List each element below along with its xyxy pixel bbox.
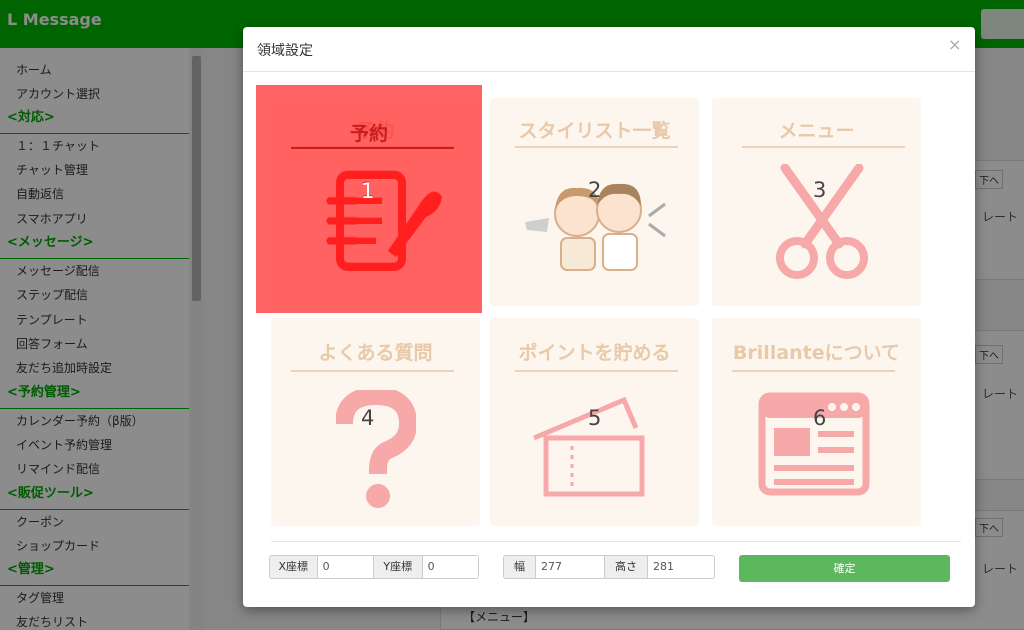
x-coordinate-label: X座標 — [270, 556, 318, 578]
reservation-form-icon — [326, 171, 442, 271]
close-icon[interactable]: × — [948, 35, 961, 54]
height-input[interactable]: 281 — [648, 556, 714, 578]
x-coordinate-input[interactable]: 0 — [317, 556, 374, 578]
tile-number: 5 — [588, 406, 602, 430]
rich-menu-tile-about[interactable]: Brillanteについて 6 — [712, 318, 921, 526]
y-coordinate-label: Y座標 — [373, 556, 423, 578]
dialog-footer-divider — [271, 541, 961, 542]
dialog-header-divider — [243, 71, 975, 72]
tile-number: 4 — [361, 406, 375, 430]
tile-number: 2 — [588, 178, 602, 202]
tile-title: ポイントを貯める — [518, 342, 671, 364]
tile-number: 6 — [813, 406, 827, 430]
size-group: 幅 277 高さ 281 — [503, 555, 715, 579]
rich-menu-tile-faq[interactable]: よくある質問 4 — [271, 318, 480, 526]
tile-underline — [515, 370, 678, 372]
tile-underline — [732, 370, 895, 372]
selected-tile-title: 予約 — [349, 123, 388, 145]
question-mark-icon — [336, 390, 416, 508]
selected-tile-underline — [291, 147, 454, 149]
width-input[interactable]: 277 — [536, 556, 604, 578]
x-coordinate-group: X座標 0 Y座標 0 — [269, 555, 479, 579]
rich-menu-tile-stylists[interactable]: スタイリスト一覧 2 — [490, 98, 699, 306]
height-label: 高さ — [604, 556, 648, 578]
y-coordinate-input[interactable]: 0 — [422, 556, 478, 578]
tile-underline — [742, 146, 905, 148]
width-label: 幅 — [504, 556, 536, 578]
tile-underline — [291, 370, 454, 372]
tile-underline — [515, 146, 678, 148]
dialog-title: 領域設定 — [257, 43, 313, 59]
tile-number: 3 — [813, 178, 827, 202]
selected-area-highlight[interactable]: 予約 1 — [256, 85, 482, 313]
tile-title: よくある質問 — [318, 342, 433, 364]
confirm-button[interactable]: 確定 — [739, 555, 950, 582]
rich-menu-tile-menu[interactable]: メニュー 3 — [712, 98, 921, 306]
tile-title: Brillanteについて — [732, 342, 901, 364]
rich-menu-tile-points[interactable]: ポイントを貯める 5 — [490, 318, 699, 526]
tile-title: スタイリスト一覧 — [518, 120, 671, 142]
selected-tile-number: 1 — [361, 179, 375, 203]
tile-title: メニュー — [778, 120, 855, 142]
